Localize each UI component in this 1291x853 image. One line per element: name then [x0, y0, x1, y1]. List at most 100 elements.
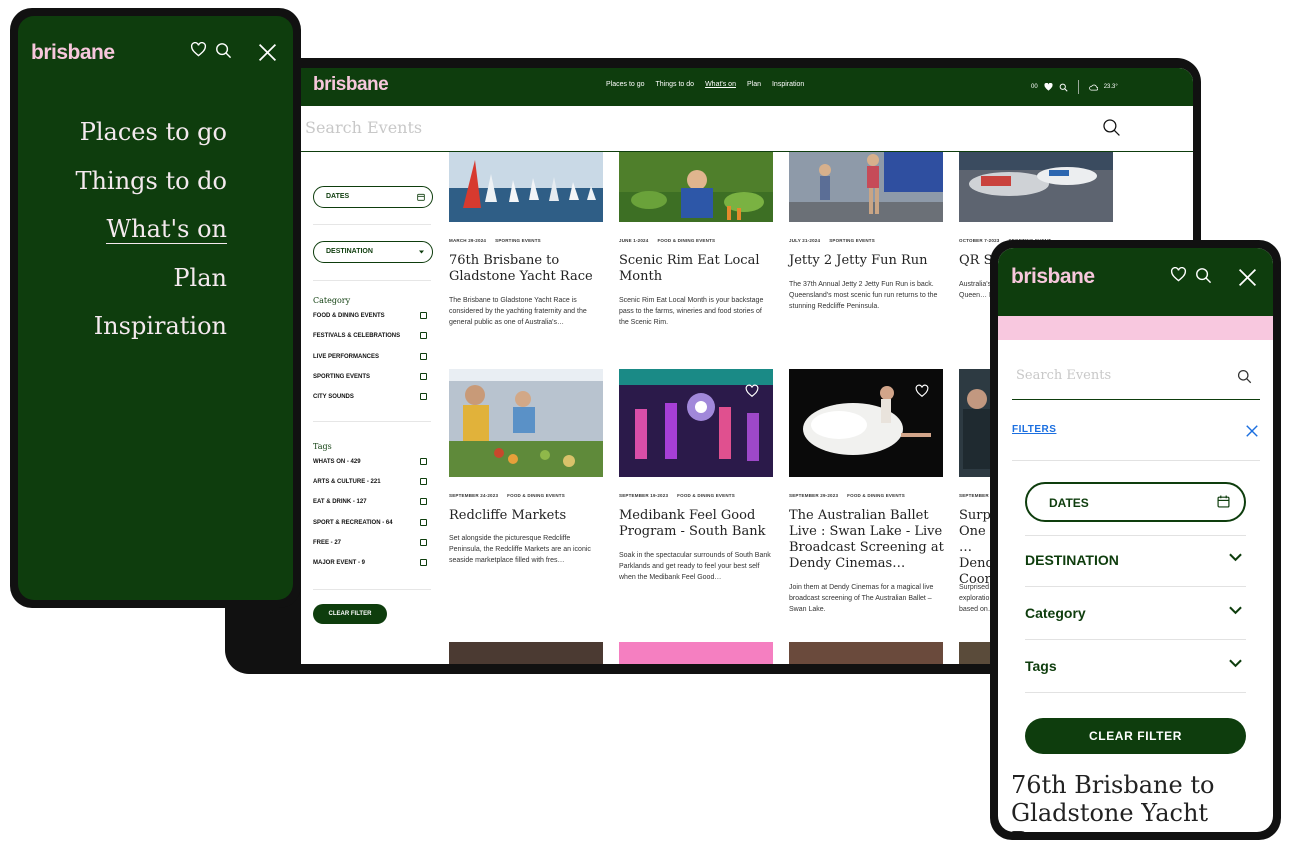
heart-icon[interactable] — [1044, 83, 1053, 91]
category-accordion[interactable]: Category — [1025, 605, 1246, 621]
menu-item-things-to-do[interactable]: Things to do — [76, 167, 227, 216]
search-icon[interactable] — [1102, 118, 1121, 137]
search-events-input[interactable]: Search Events — [1016, 368, 1111, 383]
accordion-label: Category — [1025, 605, 1086, 621]
brand-logo[interactable]: brisbane — [313, 74, 389, 96]
sidebar-divider — [313, 421, 431, 422]
nav-places-to-go[interactable]: Places to go — [606, 81, 645, 88]
dates-filter[interactable]: DATES — [313, 186, 433, 208]
brand-logo[interactable]: brisbane — [31, 41, 115, 65]
checkbox[interactable] — [420, 353, 427, 360]
event-title[interactable]: 76th Brisbane to Gladstone Yacht Race — [1011, 771, 1271, 832]
event-title[interactable]: Redcliffe Markets — [449, 508, 609, 524]
close-filters-icon[interactable] — [1245, 424, 1259, 438]
menu-item-label: Places to go — [79, 118, 227, 146]
tag-option[interactable]: ARTS & CULTURE - 221 — [313, 478, 427, 485]
menu-item-inspiration[interactable]: Inspiration — [76, 312, 227, 361]
clear-filter-button[interactable]: CLEAR FILTER — [313, 604, 387, 624]
event-title[interactable]: 76th Brisbane to Gladstone Yacht Race — [449, 253, 609, 285]
category-option-label: FESTIVALS & CELEBRATIONS — [313, 333, 401, 339]
mobile-menu: Places to go Things to do What's on Plan… — [76, 118, 227, 361]
close-icon[interactable] — [258, 43, 277, 62]
main-nav: Places to go Things to do What's on Plan… — [606, 81, 804, 88]
destination-accordion[interactable]: DESTINATION — [1025, 552, 1246, 568]
checkbox[interactable] — [420, 458, 427, 465]
category-option[interactable]: FESTIVALS & CELEBRATIONS — [313, 332, 427, 339]
filters-link[interactable]: FILTERS — [1012, 424, 1056, 435]
event-date: JUNE 1-2024 — [619, 238, 649, 243]
tags-title: Tags — [313, 442, 332, 451]
sidebar-divider — [313, 589, 431, 590]
nav-things-to-do[interactable]: Things to do — [656, 81, 695, 88]
search-events-input[interactable]: Search Events — [305, 118, 422, 137]
event-card-peek[interactable] — [449, 642, 603, 664]
dates-filter[interactable]: DATES — [1025, 482, 1246, 522]
heart-icon[interactable] — [190, 42, 207, 57]
event-meta: JULY 21-2024 SPORTING EVENTS — [789, 238, 884, 243]
menu-item-plan[interactable]: Plan — [76, 264, 227, 313]
tag-option[interactable]: WHATS ON - 429 — [313, 458, 427, 465]
heart-icon[interactable] — [745, 384, 759, 398]
event-date: SEPTEMBER 24-2023 — [449, 493, 499, 498]
category-option-label: SPORTING EVENTS — [313, 374, 371, 380]
sidebar-divider — [313, 224, 431, 225]
search-icon[interactable] — [1237, 369, 1252, 384]
nav-inspiration[interactable]: Inspiration — [772, 81, 804, 88]
event-description: The 37th Annual Jetty 2 Jetty Fun Run is… — [789, 281, 938, 310]
checkbox[interactable] — [420, 332, 427, 339]
tag-option-label: ARTS & CULTURE - 221 — [313, 479, 381, 485]
event-title[interactable]: Medibank Feel Good Program - South Bank — [619, 508, 779, 540]
event-description: Set alongside the picturesque Redcliffe … — [449, 535, 591, 564]
event-category: FOOD & DINING EVENTS — [657, 238, 716, 243]
checkbox[interactable] — [420, 539, 427, 546]
checkbox[interactable] — [420, 373, 427, 380]
event-title[interactable]: The Australian Ballet Live : Swan Lake -… — [789, 508, 945, 572]
menu-item-whats-on[interactable]: What's on — [76, 215, 227, 264]
category-option[interactable]: LIVE PERFORMANCES — [313, 353, 427, 360]
event-category: SPORTING EVENTS — [495, 238, 541, 243]
event-card-peek[interactable] — [789, 642, 943, 664]
category-option[interactable]: FOOD & DINING EVENTS — [313, 312, 427, 319]
search-icon[interactable] — [1059, 83, 1068, 92]
checkbox[interactable] — [420, 393, 427, 400]
event-title[interactable]: Scenic Rim Eat Local Month — [619, 253, 779, 285]
search-icon[interactable] — [215, 42, 232, 59]
tag-option-label: FREE - 27 — [313, 540, 342, 546]
tag-option[interactable]: FREE - 27 — [313, 539, 427, 546]
heart-icon[interactable] — [915, 384, 929, 398]
close-icon[interactable] — [1238, 268, 1257, 287]
destination-label: DESTINATION — [326, 248, 373, 255]
sidebar-divider — [313, 280, 431, 281]
heart-icon[interactable] — [1170, 267, 1187, 282]
event-search-bar: Search Events — [301, 106, 1193, 152]
event-meta: SEPTEMBER 24-2023 FOOD & DINING EVENTS — [449, 493, 574, 498]
nav-plan[interactable]: Plan — [747, 81, 761, 88]
tag-option-label: MAJOR EVENT - 9 — [313, 560, 366, 566]
event-description: Join them at Dendy Cinemas for a magical… — [789, 584, 934, 613]
search-icon[interactable] — [1195, 267, 1212, 284]
accordion-label: DESTINATION — [1025, 552, 1119, 568]
event-meta: JUNE 1-2024 FOOD & DINING EVENTS — [619, 238, 724, 243]
checkbox[interactable] — [420, 498, 427, 505]
event-date: SEPTEMBER 19-2023 — [619, 493, 669, 498]
event-title[interactable]: Jetty 2 Jetty Fun Run — [789, 253, 949, 269]
chevron-down-icon — [1229, 553, 1242, 562]
category-option[interactable]: CITY SOUNDS — [313, 393, 427, 400]
checkbox[interactable] — [420, 519, 427, 526]
menu-item-places-to-go[interactable]: Places to go — [76, 118, 227, 167]
category-option[interactable]: SPORTING EVENTS — [313, 373, 427, 380]
nav-whats-on[interactable]: What's on — [705, 81, 736, 88]
tag-option[interactable]: SPORT & RECREATION - 64 — [313, 519, 427, 526]
checkbox[interactable] — [420, 312, 427, 319]
checkbox[interactable] — [420, 559, 427, 566]
tags-accordion[interactable]: Tags — [1025, 658, 1246, 674]
destination-filter[interactable]: DESTINATION — [313, 241, 433, 263]
tag-option[interactable]: EAT & DRINK - 127 — [313, 498, 427, 505]
tag-option[interactable]: MAJOR EVENT - 9 — [313, 559, 427, 566]
checkbox[interactable] — [420, 478, 427, 485]
clear-filter-button[interactable]: CLEAR FILTER — [1025, 718, 1246, 754]
weather-temp: 23.3° — [1103, 84, 1118, 90]
brand-logo[interactable]: brisbane — [1011, 265, 1095, 289]
filters-divider — [1025, 639, 1246, 640]
event-card-peek[interactable] — [619, 642, 773, 664]
